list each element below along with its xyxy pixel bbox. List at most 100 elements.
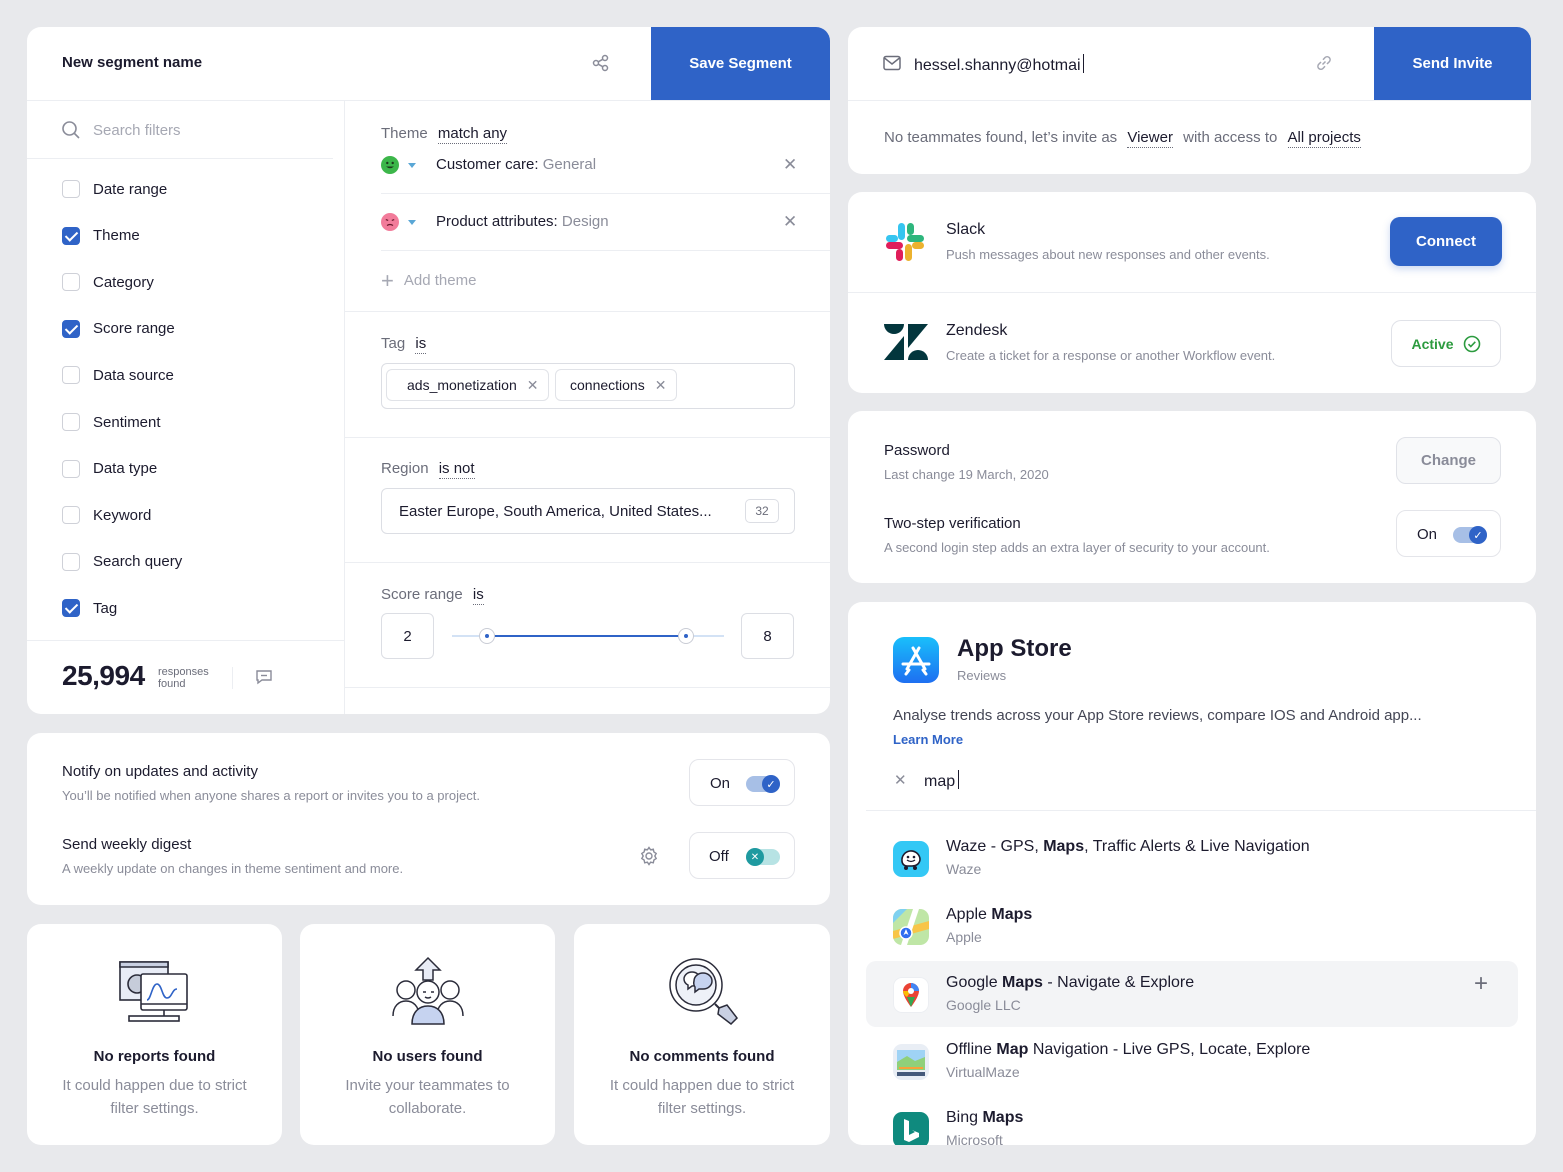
region-filter-label: Region is not	[381, 460, 475, 479]
save-segment-button[interactable]: Save Segment	[651, 27, 830, 100]
app-result-title[interactable]: Google Maps - Navigate & Explore	[946, 974, 1194, 992]
app-result-title[interactable]: Waze - GPS, Maps, Traffic Alerts & Live …	[946, 838, 1310, 856]
mail-icon	[883, 55, 901, 76]
role-select[interactable]: Viewer	[1127, 129, 1173, 148]
slider-handle-min[interactable]	[479, 628, 496, 644]
result-highlight[interactable]	[866, 961, 1518, 1027]
check-icon: ✓	[1469, 526, 1487, 544]
report-illustration-icon	[117, 958, 191, 1031]
score-operator[interactable]: is	[472, 586, 484, 605]
comment-icon[interactable]	[255, 668, 273, 691]
gear-icon[interactable]	[639, 846, 659, 871]
app-result-title[interactable]: Offline Map Navigation - Live GPS, Locat…	[946, 1041, 1310, 1059]
theme-item[interactable]: Customer care: General	[436, 156, 596, 173]
filter-checkbox[interactable]	[62, 319, 80, 338]
active-status-button[interactable]: Active	[1391, 320, 1501, 367]
happy-face-icon[interactable]	[381, 156, 399, 174]
tag-chip[interactable]: connections ✕	[555, 369, 678, 401]
sad-face-icon[interactable]	[381, 213, 399, 231]
theme-filter-label: Theme match any	[381, 125, 508, 144]
twostep-toggle[interactable]: On ✓	[1396, 510, 1501, 557]
filter-checkbox[interactable]	[62, 459, 80, 478]
chevron-down-icon[interactable]	[408, 220, 416, 225]
segment-card: New segment name Save Segment Search fil…	[27, 27, 830, 714]
password-title: Password	[884, 442, 950, 459]
divider	[27, 158, 333, 159]
toggle-switch[interactable]: ✓	[1453, 526, 1487, 544]
slider-handle-max[interactable]	[677, 628, 694, 644]
add-app-icon[interactable]: +	[1474, 970, 1488, 998]
share-icon[interactable]	[591, 53, 611, 73]
link-icon[interactable]	[1314, 53, 1334, 78]
app-result-title[interactable]: Apple Maps	[946, 906, 1032, 924]
send-invite-button[interactable]: Send Invite	[1374, 27, 1531, 100]
filter-checkbox[interactable]	[62, 506, 80, 525]
empty-title: No users found	[372, 1048, 483, 1065]
filter-label: Sentiment	[93, 413, 161, 431]
filter-checkbox[interactable]	[62, 226, 80, 245]
search-filters-input[interactable]: Search filters	[93, 122, 181, 139]
score-min-input[interactable]: 2	[381, 613, 434, 659]
change-password-button[interactable]: Change	[1396, 437, 1501, 484]
divider	[345, 687, 830, 688]
filter-label: Data type	[93, 460, 158, 478]
filter-checkbox[interactable]	[62, 366, 80, 385]
empty-title: No reports found	[93, 1048, 216, 1065]
app-result-developer: Waze	[946, 861, 982, 877]
filter-item[interactable]: Data type	[62, 457, 157, 481]
theme-operator[interactable]: match any	[437, 125, 508, 144]
integration-name: Slack	[946, 221, 986, 238]
close-icon[interactable]: ✕	[655, 377, 667, 394]
filter-checkbox[interactable]	[62, 413, 80, 431]
filter-item[interactable]: Sentiment	[62, 410, 161, 434]
segment-name-label[interactable]: New segment name	[62, 54, 202, 71]
divider	[27, 100, 830, 101]
score-slider[interactable]	[452, 627, 724, 645]
toggle-switch[interactable]: ✕	[746, 848, 780, 866]
region-select[interactable]: Easter Europe, South America, United Sta…	[381, 488, 795, 534]
notify-toggle[interactable]: On ✓	[689, 759, 795, 806]
filter-checkbox[interactable]	[62, 180, 80, 198]
digest-title: Send weekly digest	[62, 836, 192, 853]
slider-range	[487, 635, 686, 637]
filter-item[interactable]: Date range	[62, 177, 167, 201]
close-icon[interactable]: ✕	[783, 155, 797, 175]
filter-item[interactable]: Search query	[62, 550, 182, 574]
empty-title: No comments found	[629, 1048, 775, 1065]
empty-users-card: No users found Invite your teammates to c…	[300, 924, 555, 1145]
invite-email-input[interactable]: hessel.shanny@hotmai	[914, 54, 1084, 75]
filter-checkbox[interactable]	[62, 552, 80, 571]
filter-item[interactable]: Score range	[62, 317, 175, 341]
twostep-title: Two-step verification	[884, 515, 1021, 532]
digest-toggle[interactable]: Off ✕	[689, 832, 795, 879]
close-icon: ✕	[746, 848, 764, 866]
responses-count: 25,994	[62, 660, 145, 691]
region-operator[interactable]: is not	[438, 460, 475, 479]
filter-checkbox[interactable]	[62, 599, 80, 618]
toggle-state-label: On	[1417, 526, 1438, 543]
filter-item[interactable]: Category	[62, 270, 154, 294]
search-icon	[61, 120, 81, 145]
tag-chip[interactable]: ads_monetization ✕	[386, 369, 550, 401]
connect-button[interactable]: Connect	[1390, 217, 1502, 266]
filter-item[interactable]: Theme	[62, 224, 140, 248]
filter-checkbox[interactable]	[62, 273, 80, 292]
scope-select[interactable]: All projects	[1287, 129, 1361, 148]
bing-maps-icon	[893, 1112, 929, 1145]
tag-operator[interactable]: is	[415, 335, 427, 354]
comments-search-illustration-icon	[666, 957, 740, 1032]
close-icon[interactable]: ✕	[783, 212, 797, 232]
chevron-down-icon[interactable]	[408, 163, 416, 168]
toggle-switch[interactable]: ✓	[746, 775, 780, 793]
integration-name: Zendesk	[946, 322, 1008, 339]
score-max-input[interactable]: 8	[741, 613, 794, 659]
filter-item[interactable]: Keyword	[62, 503, 151, 527]
offline-map-icon	[893, 1044, 929, 1080]
theme-item[interactable]: Product attributes: Design	[436, 213, 609, 230]
filter-item[interactable]: Tag	[62, 596, 117, 620]
empty-desc: It could happen due to strict filter sett…	[609, 1077, 795, 1117]
filter-item[interactable]: Data source	[62, 363, 174, 387]
app-result-title[interactable]: Bing Maps	[946, 1109, 1023, 1127]
close-icon[interactable]: ✕	[527, 377, 539, 394]
add-theme-button[interactable]: + Add theme	[381, 268, 476, 294]
